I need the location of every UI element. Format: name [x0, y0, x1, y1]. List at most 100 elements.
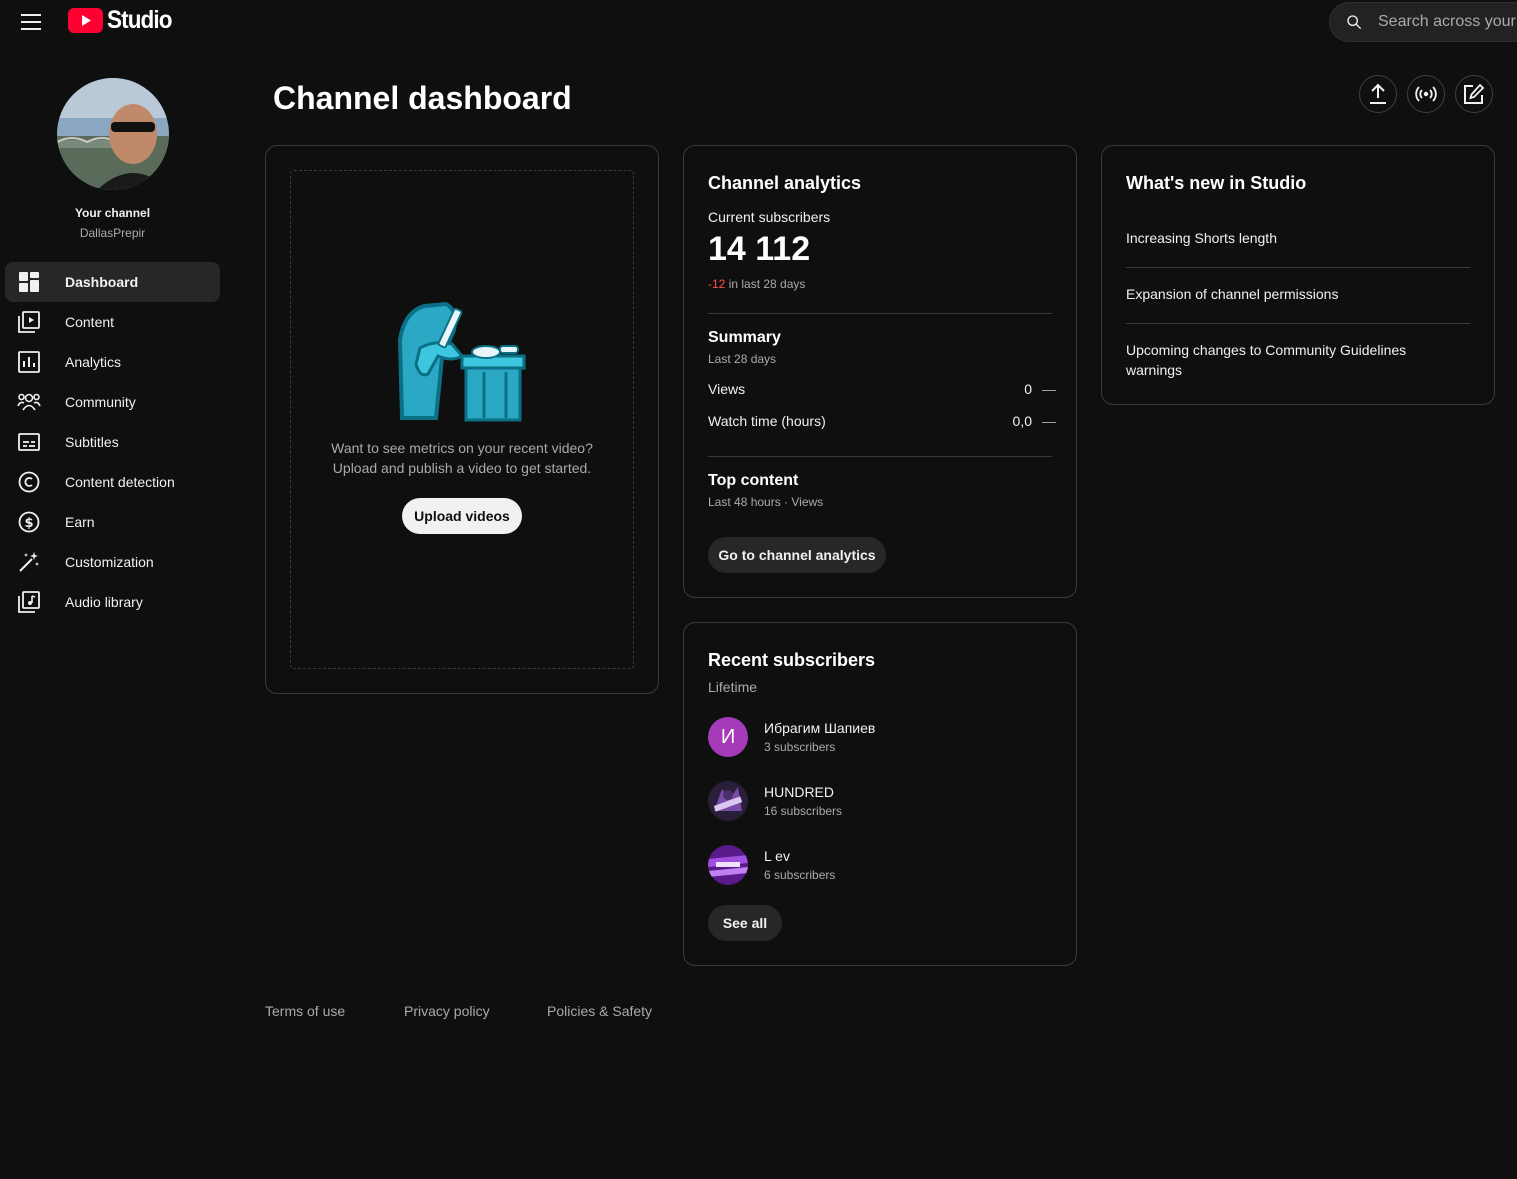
magic-wand-icon: [17, 550, 41, 574]
sidebar-item-label: Customization: [65, 554, 154, 570]
footer-link-terms[interactable]: Terms of use: [265, 1003, 345, 1019]
subscriber-avatar: И: [708, 717, 748, 757]
upload-videos-button[interactable]: Upload videos: [402, 498, 522, 534]
subscriber-count-label: 16 subscribers: [764, 804, 843, 818]
youtube-logo-icon: [68, 8, 103, 33]
divider: [1126, 323, 1470, 324]
news-item[interactable]: Expansion of channel permissions: [1126, 284, 1470, 304]
subscriber-count-label: 6 subscribers: [764, 868, 836, 882]
watch-time-label: Watch time (hours): [708, 413, 826, 429]
dashboard-icon: [17, 270, 41, 294]
sidebar-item-label: Subtitles: [65, 434, 119, 450]
divider: [1126, 267, 1470, 268]
community-icon: [17, 390, 41, 414]
sidebar-item-content-detection[interactable]: Content detection: [5, 462, 220, 502]
sidebar-item-label: Dashboard: [65, 274, 139, 290]
sidebar-item-dashboard[interactable]: Dashboard: [5, 262, 220, 302]
upload-illustration-icon: [397, 301, 526, 422]
subscriber-item[interactable]: И Ибрагим Шапиев 3 subscribers: [708, 717, 875, 757]
subscriber-item[interactable]: L ev 6 subscribers: [708, 845, 835, 885]
subscriber-change-suffix: in last 28 days: [728, 277, 806, 291]
sidebar-item-analytics[interactable]: Analytics: [5, 342, 220, 382]
edit-icon: [1464, 83, 1485, 104]
search-input[interactable]: [1378, 13, 1517, 31]
empty-state-text: Want to see metrics on your recent video…: [266, 438, 658, 478]
page-title: Channel dashboard: [273, 80, 572, 116]
watch-time-trend: —: [1042, 413, 1056, 429]
upload-icon: [1370, 83, 1386, 104]
search-icon: [1347, 15, 1362, 30]
empty-state-line-1: Want to see metrics on your recent video…: [331, 440, 593, 456]
dollar-icon: $: [17, 510, 41, 534]
go-live-button[interactable]: [1407, 75, 1445, 113]
sidebar-item-content[interactable]: Content: [5, 302, 220, 342]
summary-title: Summary: [708, 329, 781, 346]
whats-new-card: What's new in Studio Increasing Shorts l…: [1101, 145, 1495, 405]
logo-text: Studio: [107, 6, 172, 34]
top-content-title: Top content: [708, 472, 799, 489]
summary-period: Last 28 days: [708, 352, 777, 366]
sidebar-item-label: Analytics: [65, 354, 122, 370]
content-icon: [17, 310, 41, 334]
sidebar-item-label: Audio library: [65, 594, 143, 610]
audio-library-icon: [17, 590, 41, 614]
live-broadcast-icon: [1415, 86, 1437, 102]
subscriber-item[interactable]: HUNDRED 16 subscribers: [708, 781, 842, 821]
sidebar-item-earn[interactable]: $ Earn: [5, 502, 220, 542]
empty-state-line-2: Upload and publish a video to get starte…: [332, 460, 592, 476]
current-subscribers-label: Current subscribers: [708, 209, 831, 225]
sidebar-item-label: Content detection: [65, 474, 175, 490]
recent-subscribers-card: Recent subscribers Lifetime И Ибрагим Ша…: [683, 622, 1077, 966]
copyright-icon: [17, 470, 41, 494]
sidebar-item-label: Earn: [65, 514, 95, 530]
divider: [708, 313, 1052, 314]
go-to-channel-analytics-button[interactable]: Go to channel analytics: [708, 537, 886, 573]
subscriber-name: HUNDRED: [764, 784, 834, 800]
subscriber-change-value: -12: [708, 277, 726, 291]
subscriber-count: 14 112: [708, 230, 811, 268]
menu-button[interactable]: [16, 10, 46, 34]
footer-link-privacy[interactable]: Privacy policy: [404, 1003, 490, 1019]
watch-time-row: Watch time (hours) 0,0 —: [708, 413, 1056, 429]
recent-subscribers-period: Lifetime: [708, 679, 758, 695]
news-item[interactable]: Upcoming changes to Community Guidelines…: [1126, 340, 1426, 380]
sidebar-item-customization[interactable]: Customization: [5, 542, 220, 582]
subscriber-change: -12 in last 28 days: [708, 277, 805, 291]
sidebar-item-community[interactable]: Community: [5, 382, 220, 422]
recent-subscribers-title: Recent subscribers: [708, 650, 876, 670]
subscriber-name: Ибрагим Шапиев: [764, 720, 876, 736]
sidebar-item-audio-library[interactable]: Audio library: [5, 582, 220, 622]
top-content-period: Last 48 hours · Views: [708, 495, 824, 509]
views-trend: —: [1042, 381, 1056, 397]
sidebar-item-label: Content: [65, 314, 115, 330]
sidebar-item-label: Community: [65, 394, 136, 410]
your-channel-label: Your channel: [74, 206, 151, 220]
channel-analytics-card: Channel analytics Current subscribers 14…: [683, 145, 1077, 598]
see-all-button[interactable]: See all: [708, 905, 782, 941]
studio-logo[interactable]: Studio: [68, 6, 179, 35]
views-value: 0: [1024, 381, 1032, 397]
svg-text:$: $: [24, 516, 33, 531]
channel-handle: DallasPrepir: [79, 226, 146, 240]
views-label: Views: [708, 381, 746, 397]
sidebar-nav: Dashboard Content Analytics Community Su…: [5, 262, 220, 622]
analytics-title: Channel analytics: [708, 173, 862, 193]
hamburger-icon: [21, 14, 41, 30]
news-item[interactable]: Increasing Shorts length: [1126, 228, 1470, 248]
subscriber-avatar: [708, 845, 748, 885]
subscriber-name: L ev: [764, 848, 790, 864]
upload-button[interactable]: [1359, 75, 1397, 113]
subtitles-icon: [17, 430, 41, 454]
create-post-button[interactable]: [1455, 75, 1493, 113]
views-row: Views 0 —: [708, 381, 1056, 397]
whats-new-title: What's new in Studio: [1126, 173, 1307, 193]
footer-link-policies[interactable]: Policies & Safety: [547, 1003, 652, 1019]
subscriber-avatar: [708, 781, 748, 821]
analytics-icon: [17, 350, 41, 374]
search-bar[interactable]: [1329, 2, 1517, 42]
sidebar-item-subtitles[interactable]: Subtitles: [5, 422, 220, 462]
channel-avatar[interactable]: [57, 78, 169, 190]
upload-card: Want to see metrics on your recent video…: [265, 145, 659, 694]
watch-time-value: 0,0: [1012, 413, 1032, 429]
subscriber-count-label: 3 subscribers: [764, 740, 836, 754]
